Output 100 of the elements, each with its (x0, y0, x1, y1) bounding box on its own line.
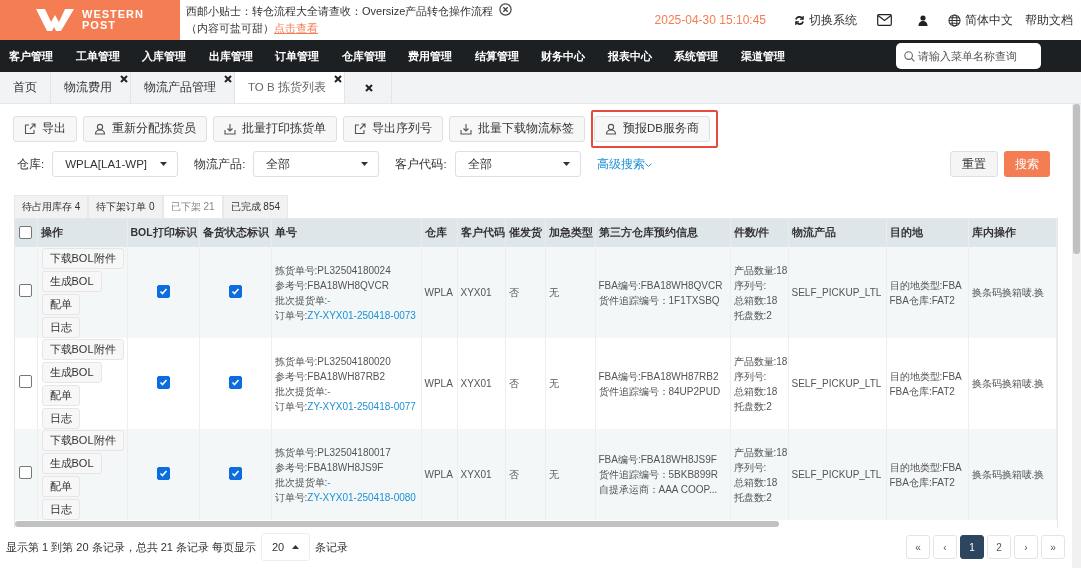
checkbox[interactable] (156, 376, 170, 389)
nav-menu-item[interactable]: 出库管理 (208, 48, 253, 64)
status-tab[interactable]: 待占用库存 4 (14, 195, 89, 218)
switch-system-button[interactable]: 切换系统 (794, 11, 857, 29)
nav-menu-item[interactable]: 费用管理 (408, 48, 452, 64)
toolbar-button[interactable]: 导出序列号 (343, 115, 443, 142)
nav-menu-item[interactable]: 结算管理 (474, 48, 519, 64)
filter-label: 客户代码: (395, 156, 447, 172)
filter-select[interactable]: WPLA[LA1-WP] (52, 151, 179, 177)
appointment-info-text: FBA编号:FBA18WH8QVCR (598, 278, 724, 293)
count-text: 序列号: (733, 460, 768, 475)
filter-select[interactable]: 全部 (253, 151, 380, 177)
nav-menu-item[interactable]: 渠道管理 (740, 48, 785, 64)
table-cell: XYX01 (457, 429, 505, 520)
destination-text: 目的地类型:FBA (889, 278, 963, 293)
caret-icon (361, 162, 369, 166)
filter-label: 物流产品: (194, 156, 246, 172)
close-icon[interactable] (224, 75, 232, 83)
checkmark-icon (158, 287, 168, 296)
row-action-button[interactable]: 日志 (41, 498, 80, 520)
pagination-button[interactable]: » (1041, 535, 1065, 559)
pagination-button[interactable]: 1 (960, 535, 984, 559)
row-action-button[interactable]: 日志 (41, 316, 80, 338)
advanced-search-link[interactable]: 高级搜索 (596, 156, 652, 172)
language-selector[interactable]: 简体中文 (948, 11, 1013, 29)
pagination-button[interactable]: ‹ (933, 535, 957, 559)
vertical-scrollbar[interactable] (1073, 104, 1080, 254)
caret-icon (160, 162, 168, 166)
checkbox[interactable] (156, 285, 170, 298)
row-action-button[interactable]: 配单 (41, 475, 80, 497)
close-icon[interactable] (333, 75, 342, 83)
column-header: 仓库 (421, 219, 457, 247)
filter-label: 仓库: (17, 156, 45, 172)
row-action-button[interactable]: 配单 (41, 293, 80, 315)
page-size-select[interactable]: 20 (261, 533, 311, 561)
filter-select[interactable]: 全部 (454, 151, 581, 177)
checkbox[interactable] (228, 285, 242, 298)
nav-menu-item[interactable]: 订单管理 (275, 48, 319, 64)
nav-menu-item[interactable]: 报表中心 (607, 48, 652, 64)
appointment-info-text: FBA编号:FBA18WH87RB2 (598, 369, 720, 384)
order-link[interactable]: - (327, 385, 331, 397)
column-header: 库内操作 (968, 219, 1056, 247)
nav-menu-item[interactable]: 入库管理 (142, 48, 186, 64)
field-label: 批次提货单: (274, 294, 328, 306)
pagination-button[interactable]: 2 (987, 535, 1011, 559)
count-text: 产品数量:18 (733, 445, 785, 460)
caret-icon (292, 545, 300, 549)
column-header: 单号 (271, 219, 421, 247)
search-icon (904, 51, 915, 62)
checkbox[interactable] (19, 466, 33, 479)
user-icon[interactable] (918, 14, 928, 26)
close-icon[interactable] (364, 83, 373, 92)
nav-menu-item[interactable]: 仓库管理 (341, 48, 386, 64)
toolbar-button[interactable]: 批量打印拣货单 (213, 115, 337, 142)
row-action-button[interactable]: 生成BOL (41, 270, 102, 292)
nav-menu-item[interactable]: 客户管理 (9, 48, 53, 64)
field-label: 参考号: (274, 461, 308, 473)
nav-menu-item[interactable]: 系统管理 (674, 48, 718, 64)
mail-icon[interactable] (877, 14, 892, 26)
pagination-button[interactable]: « (906, 535, 930, 559)
status-tab[interactable]: 已下架 21 (162, 195, 223, 218)
order-link[interactable]: ZY-XYX01-250418-0077 (307, 400, 416, 412)
appointment-info-text: 货件追踪编号：84UP2PUD (598, 384, 722, 399)
checkbox[interactable] (156, 467, 170, 480)
close-icon[interactable] (120, 75, 128, 83)
record-suffix-text: 条记录 (315, 539, 349, 555)
checkbox[interactable] (19, 284, 33, 297)
row-action-button[interactable]: 下载BOL附件 (41, 338, 124, 360)
row-action-button[interactable]: 生成BOL (41, 361, 102, 383)
checkbox[interactable] (19, 225, 33, 239)
horizontal-scrollbar[interactable] (15, 521, 779, 527)
toolbar-button[interactable]: 重新分配拣货员 (83, 115, 207, 142)
checkmark-icon (158, 378, 168, 387)
page-tab[interactable]: TO B 拣货列表 (235, 72, 345, 103)
row-action-button[interactable]: 生成BOL (41, 452, 102, 474)
close-icon[interactable] (499, 2, 513, 16)
menu-search-field[interactable]: 请输入菜单名称查询 (896, 43, 1041, 69)
nav-menu-item[interactable]: 财务中心 (541, 48, 585, 64)
row-action-button[interactable]: 日志 (41, 407, 80, 429)
record-summary-text: 显示第 1 到第 20 条记录，总共 21 条记录 每页显示 (6, 539, 256, 555)
checkbox[interactable] (228, 467, 242, 480)
field-label: 订单号: (274, 309, 308, 321)
status-tab[interactable]: 待下架订单 0 (88, 195, 163, 218)
help-link[interactable]: 帮助文档 (1025, 11, 1073, 29)
checkmark-icon (230, 469, 240, 478)
toolbar-button[interactable]: 导出 (13, 115, 77, 142)
row-action-button[interactable]: 下载BOL附件 (41, 429, 124, 451)
nav-menu-item[interactable]: 工单管理 (75, 48, 120, 64)
status-tab[interactable]: 已完成 854 (222, 195, 289, 218)
field-value: PL32504180024 (317, 264, 391, 276)
checkbox[interactable] (228, 376, 242, 389)
table-cell: SELF_PICKUP_LTL (788, 247, 886, 338)
field-value: FBA18WH87RB2 (307, 370, 386, 382)
toolbar-button[interactable]: 批量下载物流标签 (449, 115, 585, 142)
row-action-button[interactable]: 下载BOL附件 (41, 247, 124, 269)
checkbox[interactable] (19, 375, 33, 388)
row-action-button[interactable]: 配单 (41, 384, 80, 406)
pagination-button[interactable]: › (1014, 535, 1038, 559)
reset-button[interactable]: 重置 (950, 151, 998, 177)
toolbar-button[interactable]: 预报DB服务商 (594, 115, 710, 142)
